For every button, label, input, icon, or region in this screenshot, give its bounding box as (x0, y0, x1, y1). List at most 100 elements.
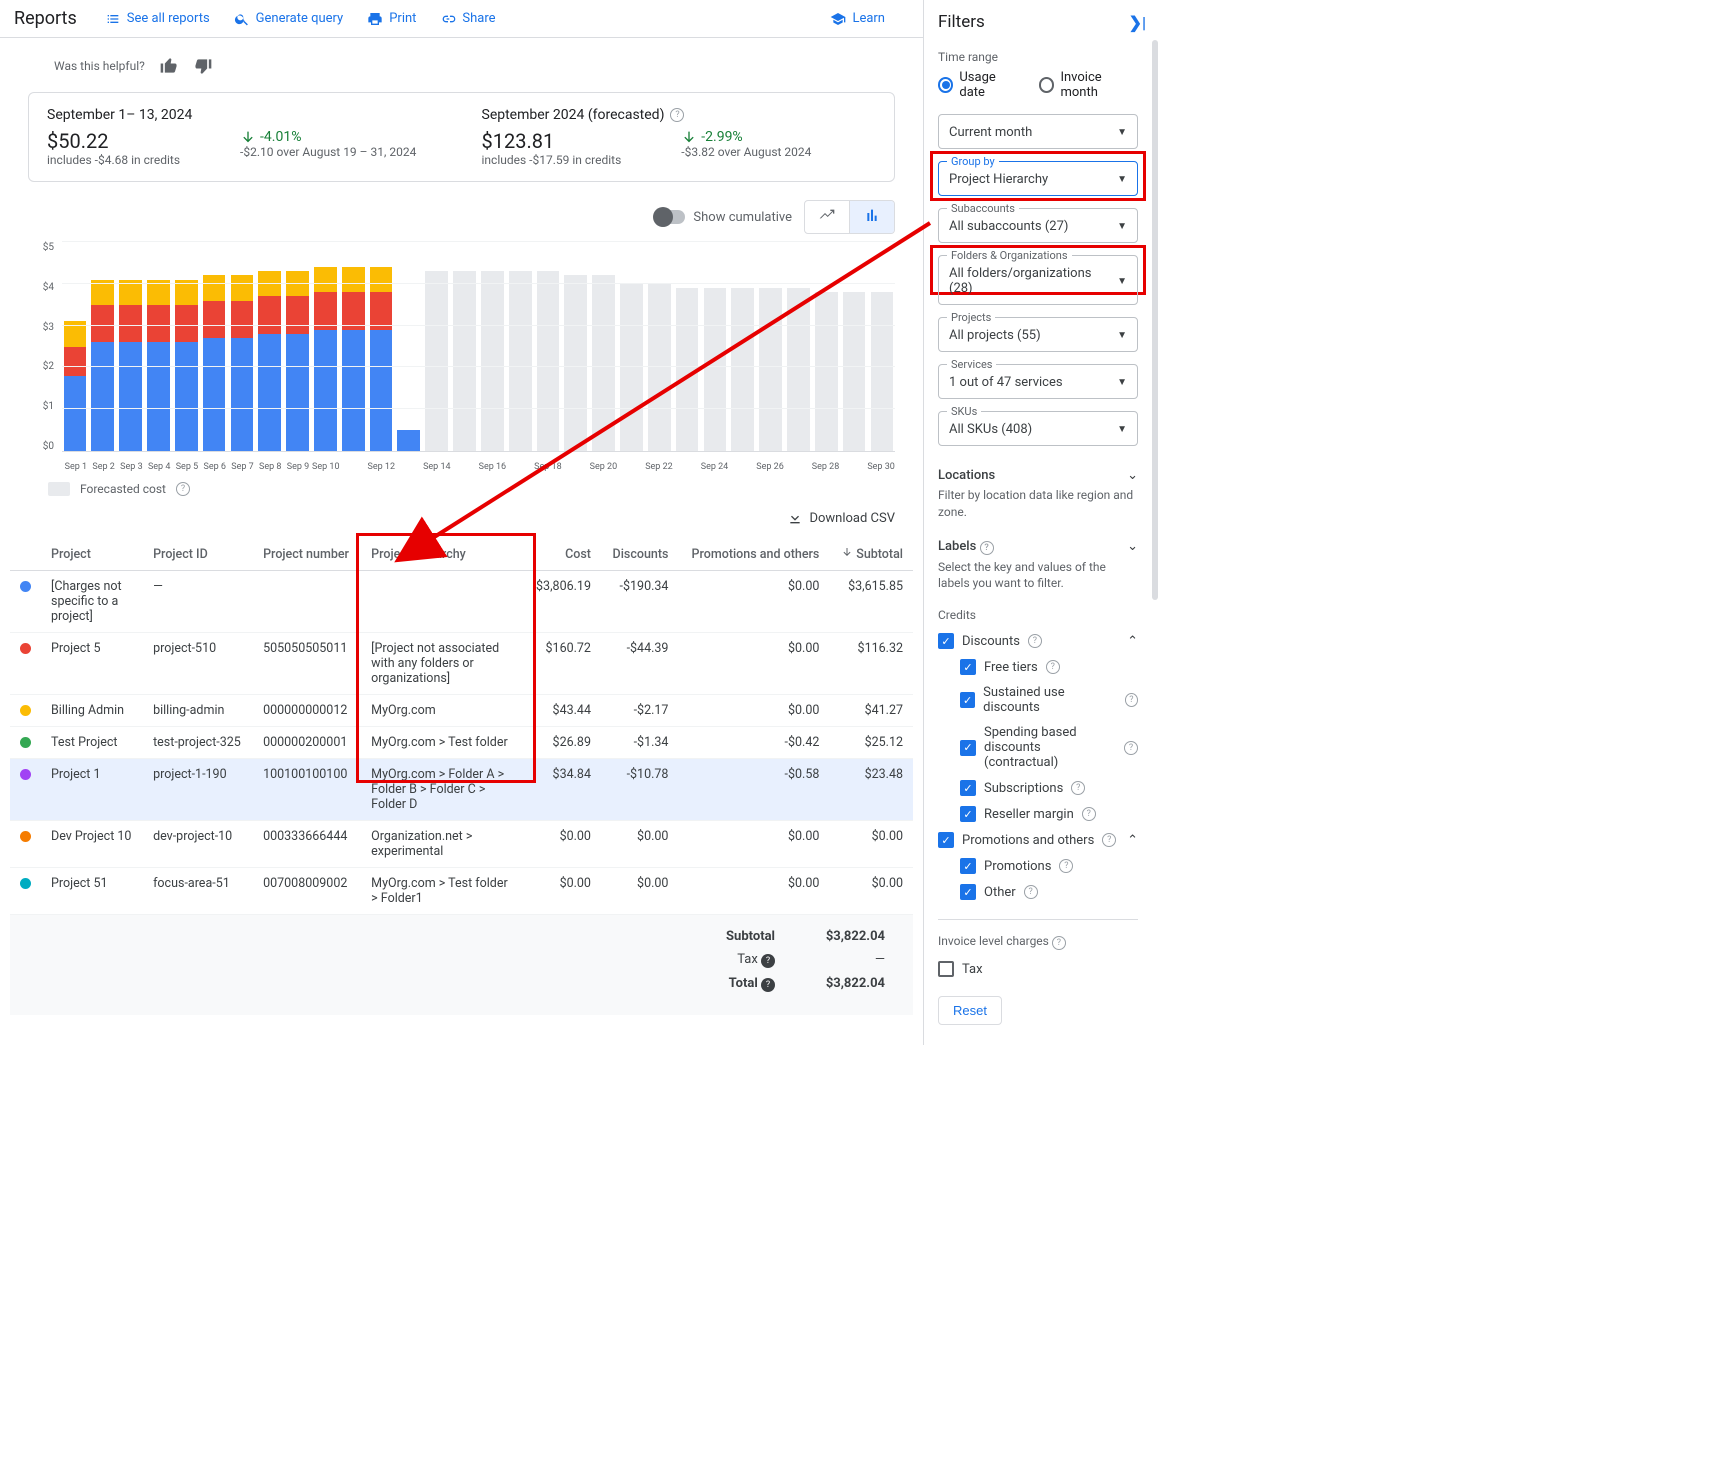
arrow-down-icon (240, 129, 256, 145)
invoice-month-radio[interactable]: Invoice month (1039, 70, 1138, 100)
bar-col (674, 242, 700, 451)
promo-others-checkbox[interactable]: ✓Promotions and others ?⌃ (938, 827, 1138, 853)
bar-view-button[interactable] (849, 201, 894, 233)
bar-col (869, 242, 895, 451)
filters-title: Filters (938, 12, 985, 32)
help-icon[interactable]: ? (1028, 634, 1042, 648)
print-icon (367, 11, 383, 27)
bar-col (312, 242, 338, 451)
help-icon[interactable]: ? (1052, 936, 1066, 950)
bar-col (201, 242, 227, 451)
helpful-row: Was this helpful? (54, 56, 895, 76)
promotions-checkbox[interactable]: ✓Promotions ? (938, 853, 1138, 879)
bar-col (507, 242, 533, 451)
help-icon[interactable]: ? (980, 541, 994, 555)
delta-forecast: -2.99% (681, 129, 811, 145)
subscriptions-checkbox[interactable]: ✓Subscriptions ? (938, 775, 1138, 801)
table-row[interactable]: Dev Project 10dev-project-10000333666444… (10, 821, 913, 868)
usage-date-radio[interactable]: Usage date (938, 70, 1021, 100)
reset-button[interactable]: Reset (938, 996, 1002, 1025)
bar-col (758, 242, 784, 451)
help-icon[interactable]: ? (761, 954, 775, 968)
free-tiers-checkbox[interactable]: ✓Free tiers ? (938, 654, 1138, 680)
bar-col (229, 242, 255, 451)
table-row[interactable]: Test Projecttest-project-325000000200001… (10, 727, 913, 759)
discounts-checkbox[interactable]: ✓Discounts ?⌃ (938, 628, 1138, 654)
cumulative-toggle[interactable]: Show cumulative (655, 210, 792, 225)
bar-col (424, 242, 450, 451)
projects-select[interactable]: ProjectsAll projects (55)▼ (938, 317, 1138, 352)
topbar: Reports See all reports Generate query P… (0, 0, 923, 38)
bar-chart-icon (864, 207, 880, 223)
line-view-button[interactable] (805, 201, 849, 233)
folders-select[interactable]: Folders & OrganizationsAll folders/organ… (938, 255, 1138, 305)
col-header[interactable]: Project hierarchy (361, 538, 524, 571)
help-icon[interactable]: ? (761, 978, 775, 992)
spending-checkbox[interactable]: ✓Spending based discounts (contractual) … (938, 720, 1138, 775)
toggle-switch-icon (655, 210, 685, 224)
subaccounts-select[interactable]: SubaccountsAll subaccounts (27)▼ (938, 208, 1138, 243)
col-header[interactable]: Project number (253, 538, 361, 571)
col-header[interactable]: Project ID (143, 538, 253, 571)
help-icon[interactable]: ? (1082, 807, 1096, 821)
help-icon[interactable]: ? (1046, 660, 1060, 674)
help-icon[interactable]: ? (176, 482, 190, 496)
print-link[interactable]: Print (367, 11, 416, 27)
thumbs-up-icon[interactable] (159, 56, 179, 76)
filters-sidebar: Filters ❯| Time range Usage date Invoice… (924, 0, 1160, 1045)
bar-col (257, 242, 283, 451)
help-icon[interactable]: ? (1124, 741, 1138, 755)
help-icon[interactable]: ? (1059, 859, 1073, 873)
projects-table: ProjectProject IDProject numberProject h… (10, 538, 913, 915)
reseller-checkbox[interactable]: ✓Reseller margin ? (938, 801, 1138, 827)
table-row[interactable]: [Charges not specific to a project]—$3,8… (10, 571, 913, 633)
table-row[interactable]: Project 5project-510505050505011[Project… (10, 633, 913, 695)
tax-checkbox[interactable]: Tax (938, 956, 1138, 982)
collapse-icon[interactable]: ❯| (1129, 13, 1146, 32)
skus-select[interactable]: SKUsAll SKUs (408)▼ (938, 411, 1138, 446)
share-link[interactable]: Share (440, 11, 495, 27)
time-period-select[interactable]: Current month▼ (938, 114, 1138, 149)
bar-col (563, 242, 589, 451)
col-header[interactable]: Promotions and others (678, 538, 829, 571)
bar-col (368, 242, 394, 451)
sustained-checkbox[interactable]: ✓Sustained use discounts ? (938, 680, 1138, 720)
help-icon[interactable]: ? (1071, 781, 1085, 795)
table-row[interactable]: Project 51focus-area-51007008009002MyOrg… (10, 868, 913, 915)
table-row[interactable]: Billing Adminbilling-admin000000000012My… (10, 695, 913, 727)
thumbs-down-icon[interactable] (193, 56, 213, 76)
bar-col (145, 242, 171, 451)
card-value-forecast: $123.81 (482, 129, 622, 153)
group-by-select[interactable]: Group byProject Hierarchy▼ (938, 161, 1138, 196)
col-header[interactable]: Cost (524, 538, 600, 571)
download-icon (787, 510, 803, 526)
col-header[interactable]: Subtotal (829, 538, 913, 571)
arrow-down-icon (681, 129, 697, 145)
other-checkbox[interactable]: ✓Other ? (938, 879, 1138, 905)
project-chip-icon (20, 769, 31, 780)
card-title-actual: September 1– 13, 2024 (47, 107, 442, 123)
help-icon[interactable]: ? (1024, 885, 1038, 899)
services-select[interactable]: Services1 out of 47 services▼ (938, 364, 1138, 399)
help-icon[interactable]: ? (1102, 833, 1116, 847)
col-header[interactable]: Project (41, 538, 143, 571)
chart-view-switch (804, 200, 895, 234)
bar-col (535, 242, 561, 451)
bar-col (62, 242, 88, 451)
generate-query-link[interactable]: Generate query (234, 11, 344, 27)
labels-section[interactable]: Labels ?⌄ (938, 539, 1138, 555)
scrollbar[interactable] (1152, 40, 1158, 600)
page-title: Reports (14, 8, 77, 29)
table-row[interactable]: Project 1project-1-190100100100100MyOrg.… (10, 759, 913, 821)
bar-col (646, 242, 672, 451)
bar-col (813, 242, 839, 451)
help-icon[interactable]: ? (1125, 693, 1138, 707)
col-header[interactable]: Discounts (601, 538, 678, 571)
download-csv-button[interactable]: Download CSV (787, 510, 895, 526)
learn-link[interactable]: Learn (830, 11, 885, 27)
locations-section[interactable]: Locations⌄ (938, 468, 1138, 483)
table-totals: Subtotal$3,822.04 Tax ?— Total ?$3,822.0… (10, 915, 913, 1015)
help-icon[interactable]: ? (670, 108, 684, 122)
link-icon (440, 11, 456, 27)
see-all-reports-link[interactable]: See all reports (105, 11, 210, 27)
